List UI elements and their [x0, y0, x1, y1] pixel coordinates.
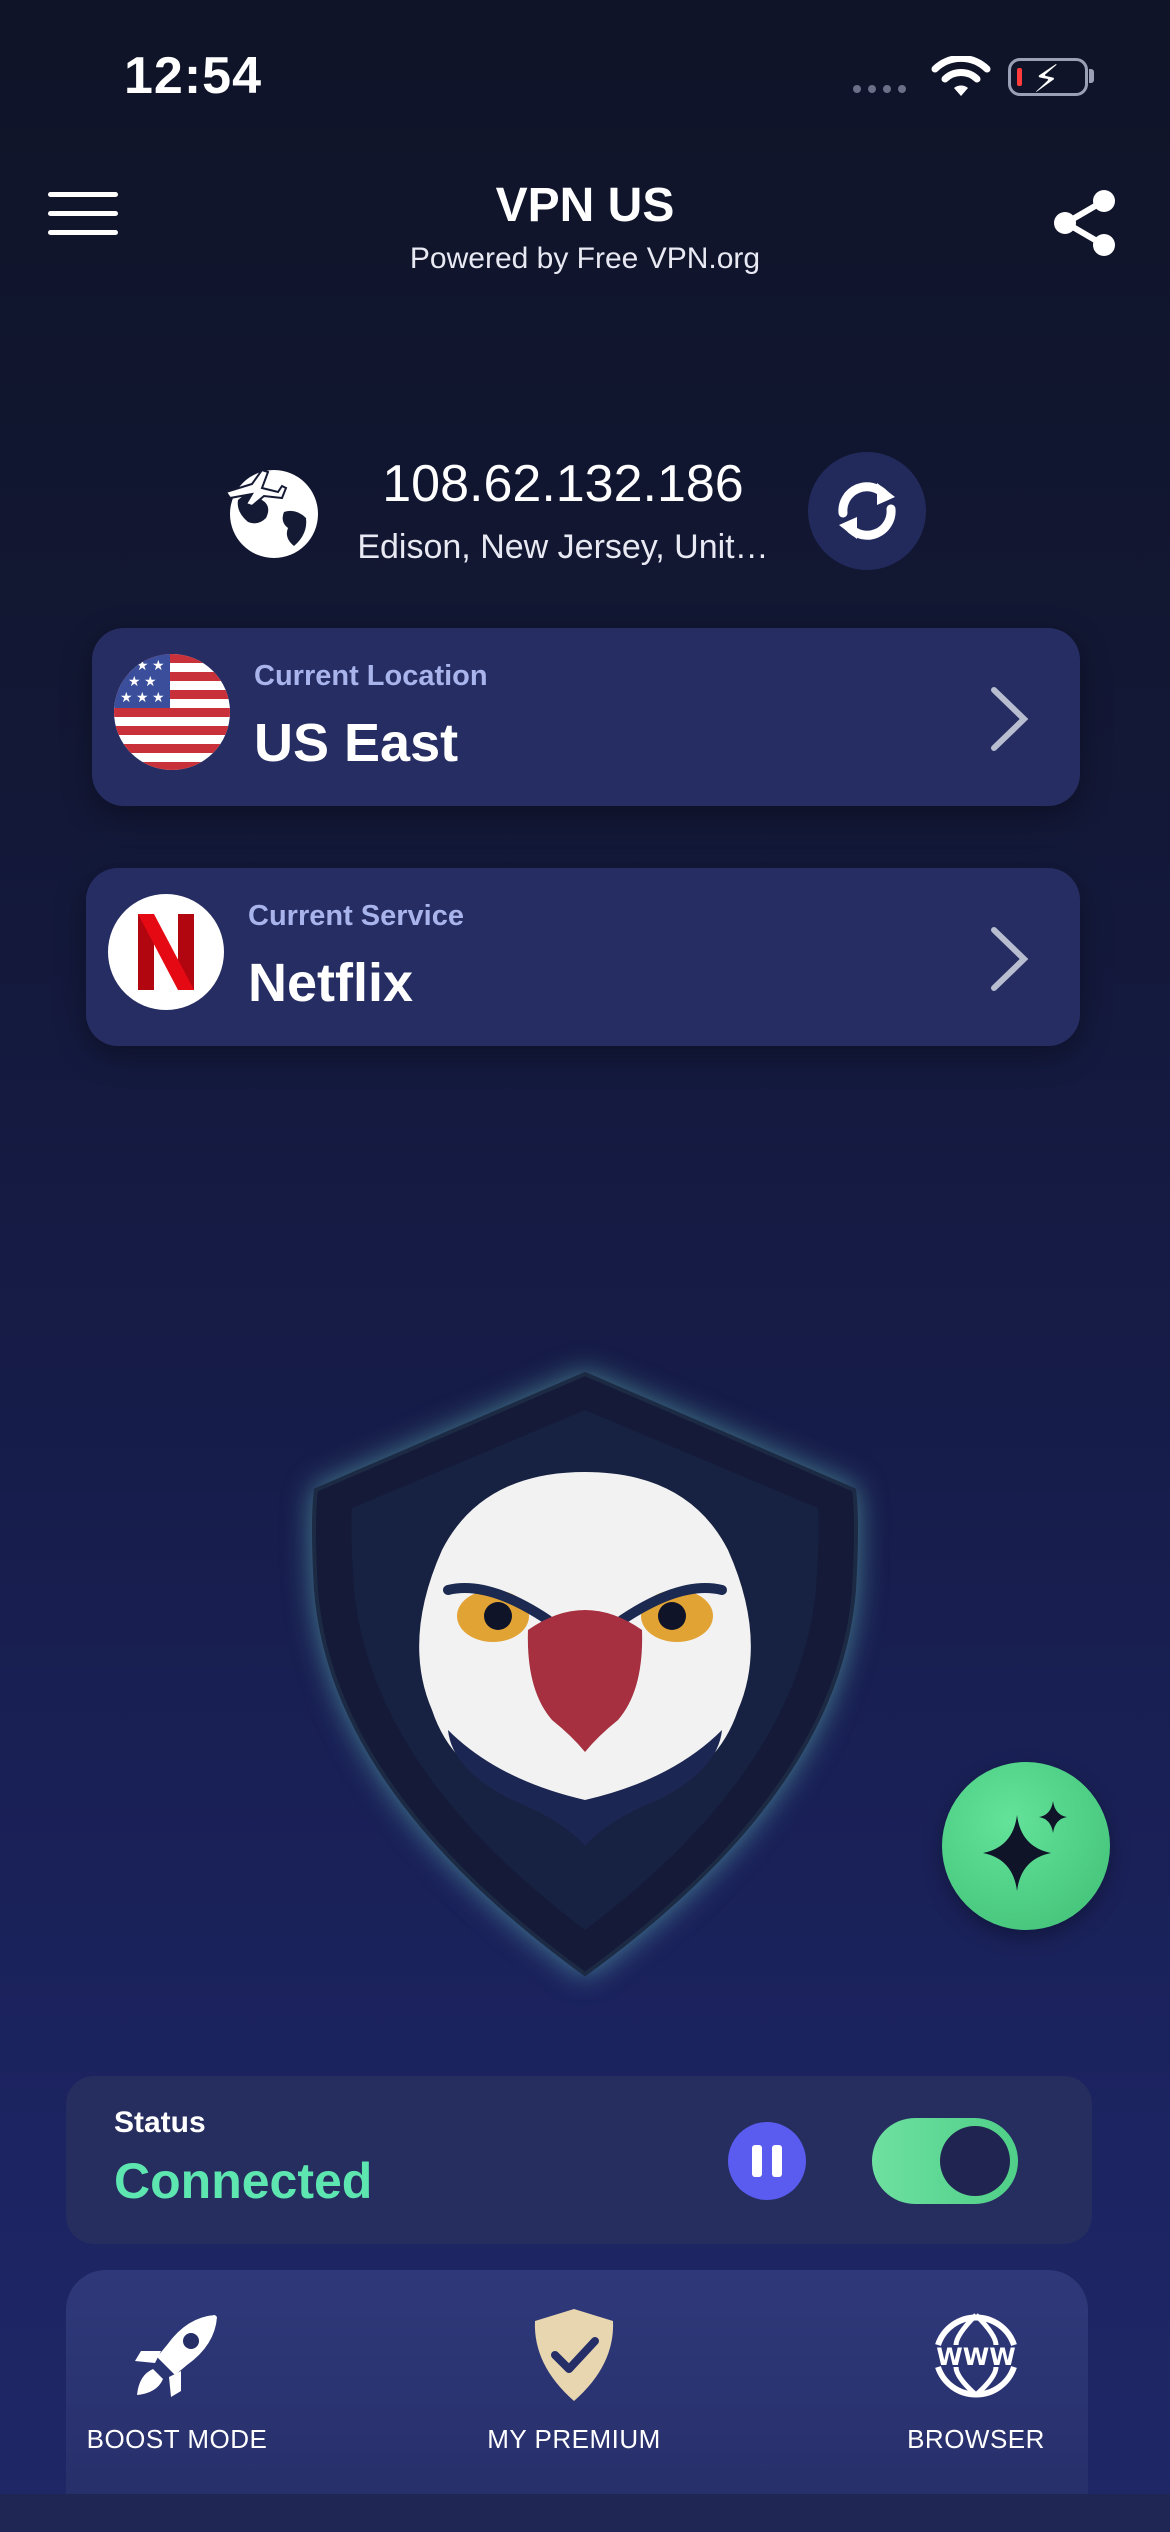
service-card-value: Netflix: [248, 953, 414, 1013]
sparkle-fab-button[interactable]: [942, 1762, 1110, 1930]
svg-text:★: ★: [144, 674, 157, 690]
svg-text:★: ★: [136, 690, 149, 706]
svg-text:★: ★: [128, 674, 141, 690]
rocket-icon: [135, 2315, 217, 2397]
refresh-ip-button[interactable]: [808, 452, 926, 570]
www-globe-icon: WWW: [935, 2313, 1017, 2398]
sparkle-icon: [983, 1801, 1067, 1891]
location-card-label: Current Location: [254, 660, 488, 692]
nav-my-premium[interactable]: MY PREMIUM: [424, 2300, 724, 2455]
nav-my-premium-label: MY PREMIUM: [487, 2424, 661, 2454]
battery-tip: [1089, 69, 1094, 83]
svg-text:★: ★: [120, 690, 133, 706]
ip-address: 108.62.132.186: [382, 455, 744, 513]
svg-text:★: ★: [136, 658, 149, 674]
current-service-card[interactable]: Current Service Netflix: [86, 868, 1080, 1046]
battery-icon: ⚡: [1008, 58, 1088, 101]
status-label: Status: [114, 2106, 206, 2139]
wifi-icon: [931, 56, 991, 96]
shield-check-icon: [534, 2309, 614, 2401]
chevron-right-icon: [991, 687, 1029, 751]
nav-browser[interactable]: WWW BROWSER: [826, 2300, 1126, 2455]
eagle-shield-connect-button[interactable]: [298, 1370, 872, 1980]
ip-location: Edison, New Jersey, Unit…: [357, 528, 769, 566]
us-flag-icon: ★ ★ ★ ★ ★ ★ ★ ★: [114, 654, 230, 770]
netflix-logo-icon: [108, 894, 224, 1010]
svg-text:★: ★: [152, 658, 165, 674]
share-icon[interactable]: [1050, 188, 1120, 258]
vpn-toggle[interactable]: [872, 2118, 1018, 2204]
cellular-signal-icon: [853, 85, 906, 93]
svg-text:WWW: WWW: [936, 2343, 1015, 2371]
nav-boost-mode-label: BOOST MODE: [86, 2424, 268, 2454]
status-value: Connected: [114, 2153, 373, 2209]
nav-boost-mode[interactable]: BOOST MODE: [27, 2300, 327, 2455]
svg-text:★: ★: [120, 658, 133, 674]
travel-globe-icon: [224, 468, 318, 558]
refresh-icon: [838, 482, 896, 540]
home-indicator-area: [0, 2494, 1170, 2532]
pause-icon-bar: [772, 2145, 782, 2177]
app-subtitle: Powered by Free VPN.org: [409, 242, 761, 275]
chevron-right-icon: [991, 927, 1029, 991]
pause-icon-bar: [752, 2145, 762, 2177]
status-bar-time: 12:54: [124, 47, 262, 105]
location-card-value: US East: [254, 713, 459, 773]
app-title: VPN US: [495, 179, 675, 232]
current-location-card[interactable]: ★ ★ ★ ★ ★ ★ ★ ★ Current Location US East: [92, 628, 1080, 806]
svg-text:★: ★: [152, 690, 165, 706]
pause-button[interactable]: [728, 2122, 806, 2200]
nav-browser-label: BROWSER: [907, 2424, 1045, 2454]
toggle-knob: [940, 2126, 1010, 2196]
service-card-label: Current Service: [248, 900, 464, 932]
